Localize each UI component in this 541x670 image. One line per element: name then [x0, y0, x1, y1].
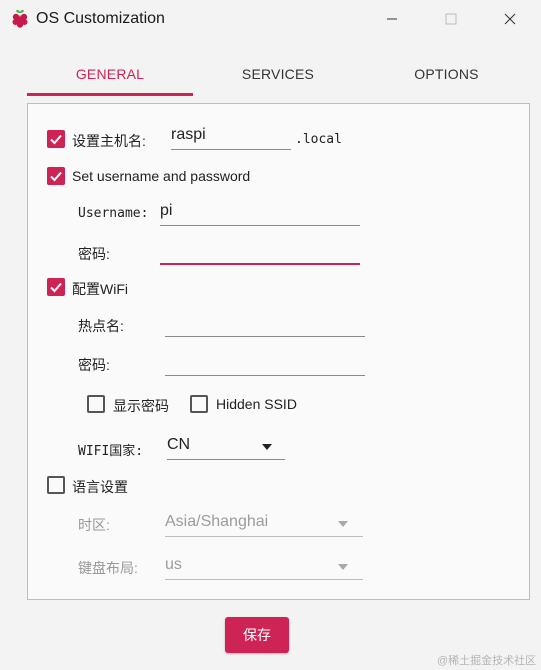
wifi-country-value: CN: [167, 436, 191, 453]
show-password-label: 显示密码: [113, 398, 169, 414]
maximize-button[interactable]: [440, 8, 462, 30]
check-icon: [50, 282, 62, 293]
password-label: 密码:: [78, 246, 110, 262]
raspberry-icon: [10, 8, 30, 30]
tab-bar: GENERAL SERVICES OPTIONS: [27, 52, 530, 96]
timezone-value: Asia/Shanghai: [165, 513, 269, 530]
ssid-label: 热点名:: [78, 318, 124, 334]
hidden-ssid-checkbox[interactable]: [190, 395, 208, 413]
chevron-down-icon: [262, 444, 272, 450]
hostname-label: 设置主机名:: [72, 133, 146, 149]
wifi-checkbox[interactable]: [47, 278, 65, 296]
username-value: pi: [160, 202, 173, 219]
username-label: Username:: [78, 206, 149, 221]
user-label: Set username and password: [72, 168, 251, 184]
user-checkbox[interactable]: [47, 167, 65, 185]
keyboard-select[interactable]: us: [165, 554, 363, 580]
hidden-ssid-label: Hidden SSID: [216, 396, 297, 412]
locale-label: 语言设置: [72, 479, 128, 495]
show-password-checkbox[interactable]: [87, 395, 105, 413]
locale-checkbox[interactable]: [47, 476, 65, 494]
tab-options[interactable]: OPTIONS: [363, 52, 530, 96]
save-button[interactable]: 保存: [225, 617, 289, 653]
ssid-input[interactable]: [165, 311, 365, 337]
tab-general[interactable]: GENERAL: [27, 52, 193, 96]
wifi-country-label: WIFI国家:: [78, 444, 144, 459]
close-button[interactable]: [499, 8, 521, 30]
password-input[interactable]: [160, 239, 360, 265]
title-bar: OS Customization: [0, 0, 541, 38]
timezone-label: 时区:: [78, 517, 110, 533]
wifi-country-select[interactable]: CN: [167, 434, 285, 460]
chevron-down-icon: [338, 564, 348, 570]
timezone-select[interactable]: Asia/Shanghai: [165, 511, 363, 537]
keyboard-value: us: [165, 556, 182, 573]
check-icon: [50, 171, 62, 182]
wifi-password-input[interactable]: [165, 350, 365, 376]
chevron-down-icon: [338, 521, 348, 527]
watermark: @稀土掘金技术社区: [437, 655, 537, 667]
window-title: OS Customization: [36, 10, 165, 27]
hostname-value: raspi: [171, 126, 206, 143]
keyboard-label: 键盘布局:: [78, 560, 138, 576]
username-input[interactable]: pi: [160, 200, 360, 226]
hostname-checkbox[interactable]: [47, 130, 65, 148]
active-tab-indicator: [27, 93, 193, 96]
check-icon: [50, 134, 62, 145]
wifi-label: 配置WiFi: [72, 281, 128, 297]
os-customization-window: OS Customization GENERAL SERVICES OPTION…: [0, 0, 541, 670]
minimize-button[interactable]: [381, 8, 403, 30]
wifi-password-label: 密码:: [78, 357, 110, 373]
hostname-input[interactable]: raspi: [171, 124, 291, 150]
tab-services[interactable]: SERVICES: [195, 52, 361, 96]
hostname-suffix: .local: [295, 132, 342, 147]
general-panel: 设置主机名: raspi .local Set username and pas…: [27, 103, 530, 600]
